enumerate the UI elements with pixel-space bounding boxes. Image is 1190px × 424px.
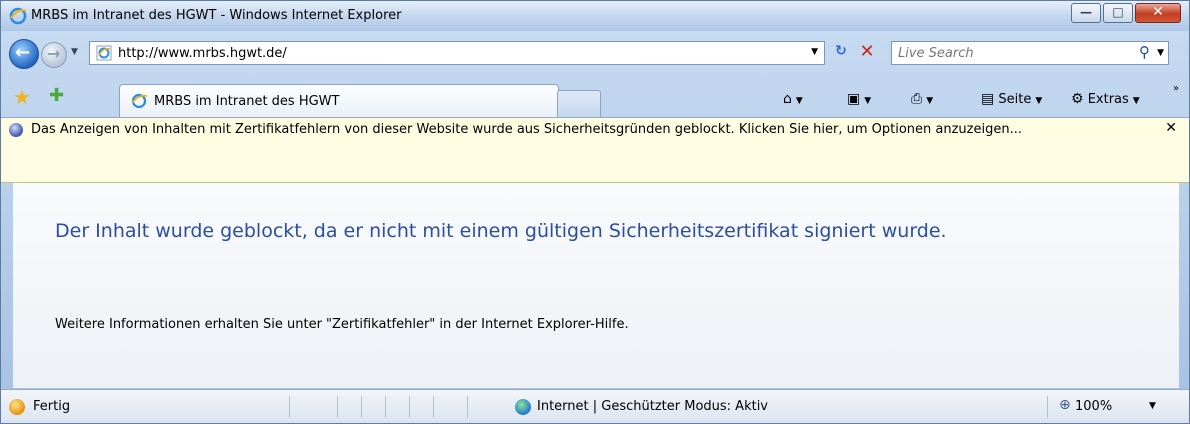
chevron-down-icon: ▼: [795, 96, 803, 106]
tools-menu-button[interactable]: ⚙ Extras ▼: [1071, 91, 1140, 107]
more-info-text: Weitere Informationen erhalten Sie unter…: [55, 317, 629, 332]
forward-button[interactable]: →: [41, 42, 67, 68]
tools-menu-label: Extras: [1087, 92, 1129, 107]
feeds-icon: ▣: [847, 91, 861, 107]
back-button[interactable]: ←: [9, 39, 39, 69]
close-icon: ✕: [1152, 4, 1164, 20]
search-box[interactable]: ⚲ ▼: [891, 41, 1169, 65]
browser-window: MRBS im Intranet des HGWT - Windows Inte…: [0, 0, 1190, 424]
gear-icon: ⚙: [1071, 91, 1084, 107]
status-divider: [385, 396, 386, 418]
globe-icon: [515, 399, 531, 415]
status-divider: [433, 396, 434, 418]
status-divider: [409, 396, 410, 418]
zoom-icon[interactable]: ⊕: [1059, 397, 1071, 413]
forward-arrow-icon: →: [47, 44, 61, 63]
ie-page-icon: [131, 93, 148, 109]
tab-command-bar: ★ ✚ MRBS im Intranet des HGWT ⌂ ▼ ▣ ▼ ⎙ ▼ ▤…: [1, 77, 1189, 117]
address-dropdown-icon[interactable]: ▼: [811, 47, 818, 57]
chevron-down-icon: ▼: [864, 96, 872, 106]
infobar-message: Das Anzeigen von Inhalten mit Zertifikat…: [31, 122, 1022, 137]
new-tab-button[interactable]: [557, 90, 601, 117]
page-menu-button[interactable]: ▤ Seite ▼: [981, 91, 1042, 107]
blocked-headline: Der Inhalt wurde geblockt, da er nicht m…: [55, 220, 947, 242]
status-divider: [1047, 396, 1048, 418]
minimize-button[interactable]: —: [1071, 3, 1101, 23]
security-zone[interactable]: Internet | Geschützter Modus: Aktiv: [537, 399, 768, 414]
search-icon[interactable]: ⚲: [1139, 43, 1150, 61]
print-button[interactable]: ⎙ ▼: [911, 91, 933, 107]
ie-page-icon: [96, 45, 112, 61]
maximize-icon: □: [1112, 5, 1124, 19]
tab-active[interactable]: MRBS im Intranet des HGWT: [119, 84, 559, 117]
page-icon: ▤: [981, 91, 995, 107]
status-text: Fertig: [33, 399, 71, 414]
chevron-down-icon: ▼: [1035, 96, 1043, 106]
close-button[interactable]: ✕: [1135, 3, 1181, 23]
window-title: MRBS im Intranet des HGWT - Windows Inte…: [31, 8, 402, 23]
search-options-dropdown-icon[interactable]: ▼: [1157, 48, 1164, 58]
feeds-button[interactable]: ▣ ▼: [847, 91, 871, 107]
information-bar[interactable]: Das Anzeigen von Inhalten mit Zertifikat…: [1, 117, 1189, 183]
stop-button[interactable]: ✕: [857, 41, 877, 63]
page-menu-label: Seite: [998, 92, 1032, 107]
status-bar: Fertig Internet | Geschützter Modus: Akt…: [1, 389, 1189, 423]
page-content: Der Inhalt wurde geblockt, da er nicht m…: [13, 183, 1179, 388]
navigation-bar: ← → ▼ ▼ ↻ ✕ ⚲ ▼: [1, 31, 1189, 77]
print-icon: ⎙: [911, 91, 923, 107]
chevron-down-icon: ▼: [926, 96, 934, 106]
stop-icon: ✕: [859, 41, 875, 62]
chevron-down-icon: ▼: [1132, 96, 1140, 106]
search-input[interactable]: [898, 44, 1118, 62]
ie-logo-icon: [9, 7, 27, 25]
maximize-button[interactable]: □: [1103, 3, 1133, 23]
refresh-icon: ↻: [835, 43, 847, 59]
add-favorites-icon[interactable]: ✚: [49, 85, 64, 106]
favorites-center-icon[interactable]: ★: [13, 85, 31, 109]
zoom-dropdown-icon[interactable]: ▼: [1149, 401, 1156, 411]
home-icon: ⌂: [783, 91, 792, 107]
status-divider: [467, 396, 468, 418]
back-arrow-icon: ←: [15, 42, 31, 63]
status-divider: [337, 396, 338, 418]
address-bar[interactable]: ▼: [89, 41, 825, 65]
warning-icon: [9, 399, 25, 415]
zoom-level[interactable]: 100%: [1075, 399, 1112, 414]
title-bar[interactable]: MRBS im Intranet des HGWT - Windows Inte…: [1, 1, 1189, 31]
tab-label: MRBS im Intranet des HGWT: [154, 94, 340, 109]
url-input[interactable]: [118, 44, 768, 62]
shield-icon: [9, 123, 23, 137]
infobar-close-icon[interactable]: ✕: [1165, 120, 1177, 136]
home-button[interactable]: ⌂ ▼: [783, 91, 803, 107]
status-divider: [361, 396, 362, 418]
refresh-button[interactable]: ↻: [831, 43, 851, 63]
minimize-icon: —: [1080, 5, 1092, 19]
more-commands-icon[interactable]: »: [1173, 83, 1179, 94]
recent-pages-dropdown-icon[interactable]: ▼: [71, 47, 78, 57]
window-controls: — □ ✕: [1069, 3, 1181, 23]
status-divider: [289, 396, 290, 418]
